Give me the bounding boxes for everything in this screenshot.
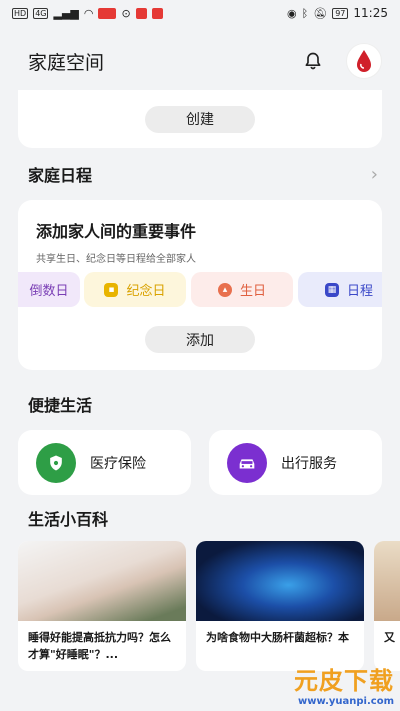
create-button[interactable]: 创建 [145,105,255,133]
calendar-icon: ▦ [324,282,339,297]
eye-icon: ◉ [287,6,297,20]
status-bar: HD 4G ▂▄▆ ◠ ⊙ ◉ ᛒ 🔕︎ 97 11:25 [0,0,400,26]
bell-icon[interactable] [302,50,324,72]
notification-app-icon: ⊙ [121,6,131,20]
section-title: 便捷生活 [28,396,93,415]
service-label: 医疗保险 [90,455,146,472]
notification-app-icon [98,7,117,19]
shield-icon [36,442,76,483]
chip-label: 倒数日 [29,284,69,299]
notification-app-icon [135,7,147,19]
travel-service-button[interactable]: 出行服务 [209,430,382,495]
clock: 11:25 [353,6,388,20]
watermark: 元皮下载 www.yuanpi.com [294,661,394,707]
encyclopedia-carousel: 睡得好能提高抵抗力吗？怎么才算"好睡眠"？... 为啥食物中大肠杆菌超标？本 又 [18,541,400,681]
chevron-right-icon: › [370,163,378,185]
chip-label: 纪念日 [126,284,166,299]
family-schedule-header[interactable]: 家庭日程 › [0,148,400,200]
article-image [196,541,364,621]
car-icon [227,442,267,483]
article-image [374,541,400,621]
battery-indicator: 97 [332,7,349,19]
family-event-card: 添加家人间的重要事件 共享生日、纪念日等日程给全部家人 倒数日 ▪ 纪念日 ▴ … [18,200,382,370]
article-title: 又 [384,631,395,644]
article-title: 睡得好能提高抵抗力吗？怎么才算"好睡眠"？... [28,631,171,661]
medical-insurance-button[interactable]: 医疗保险 [18,430,191,495]
bluetooth-icon: ᛒ [301,6,309,20]
chip-schedule[interactable]: ▦ 日程 [298,272,382,307]
article-card[interactable]: 睡得好能提高抵抗力吗？怎么才算"好睡眠"？... [18,541,186,671]
chip-anniversary[interactable]: ▪ 纪念日 [84,272,186,307]
convenient-life-header: 便捷生活 [0,378,400,430]
hd-indicator: HD [12,7,29,19]
signal-icon: ▂▄▆ [53,6,79,20]
service-row: 医疗保险 出行服务 [18,430,382,495]
avatar[interactable] [346,43,382,79]
chip-birthday[interactable]: ▴ 生日 [191,272,293,307]
event-card-title: 添加家人间的重要事件 [36,222,197,241]
watermark-logo: 元皮下载 [294,667,394,695]
event-card-subtitle: 共享生日、纪念日等日程给全部家人 [36,254,196,265]
article-title: 为啥食物中大肠杆菌超标？本 [206,631,349,644]
mute-icon: 🔕︎ [313,6,328,20]
encyclopedia-header: 生活小百科 [0,495,400,541]
create-space-card: 创建 [18,90,382,148]
chip-label: 日程 [346,284,373,299]
watermark-url: www.yuanpi.com [298,696,394,707]
wifi-icon: ◠ [83,6,94,20]
page-title: 家庭空间 [28,51,105,74]
chip-countdown[interactable]: 倒数日 [18,272,80,307]
article-card[interactable]: 又 [374,541,400,671]
article-image [18,541,186,621]
add-event-button[interactable]: 添加 [145,326,255,353]
anniversary-icon: ▪ [104,282,119,297]
birthday-cake-icon: ▴ [217,282,232,297]
section-title: 家庭日程 [28,166,93,185]
app-bar: 家庭空间 [0,26,400,96]
notification-app-icon [151,7,163,19]
network-indicator: 4G [33,7,49,19]
service-label: 出行服务 [281,455,337,472]
section-title: 生活小百科 [28,510,109,529]
article-card[interactable]: 为啥食物中大肠杆菌超标？本 [196,541,364,671]
chip-label: 生日 [239,284,266,299]
